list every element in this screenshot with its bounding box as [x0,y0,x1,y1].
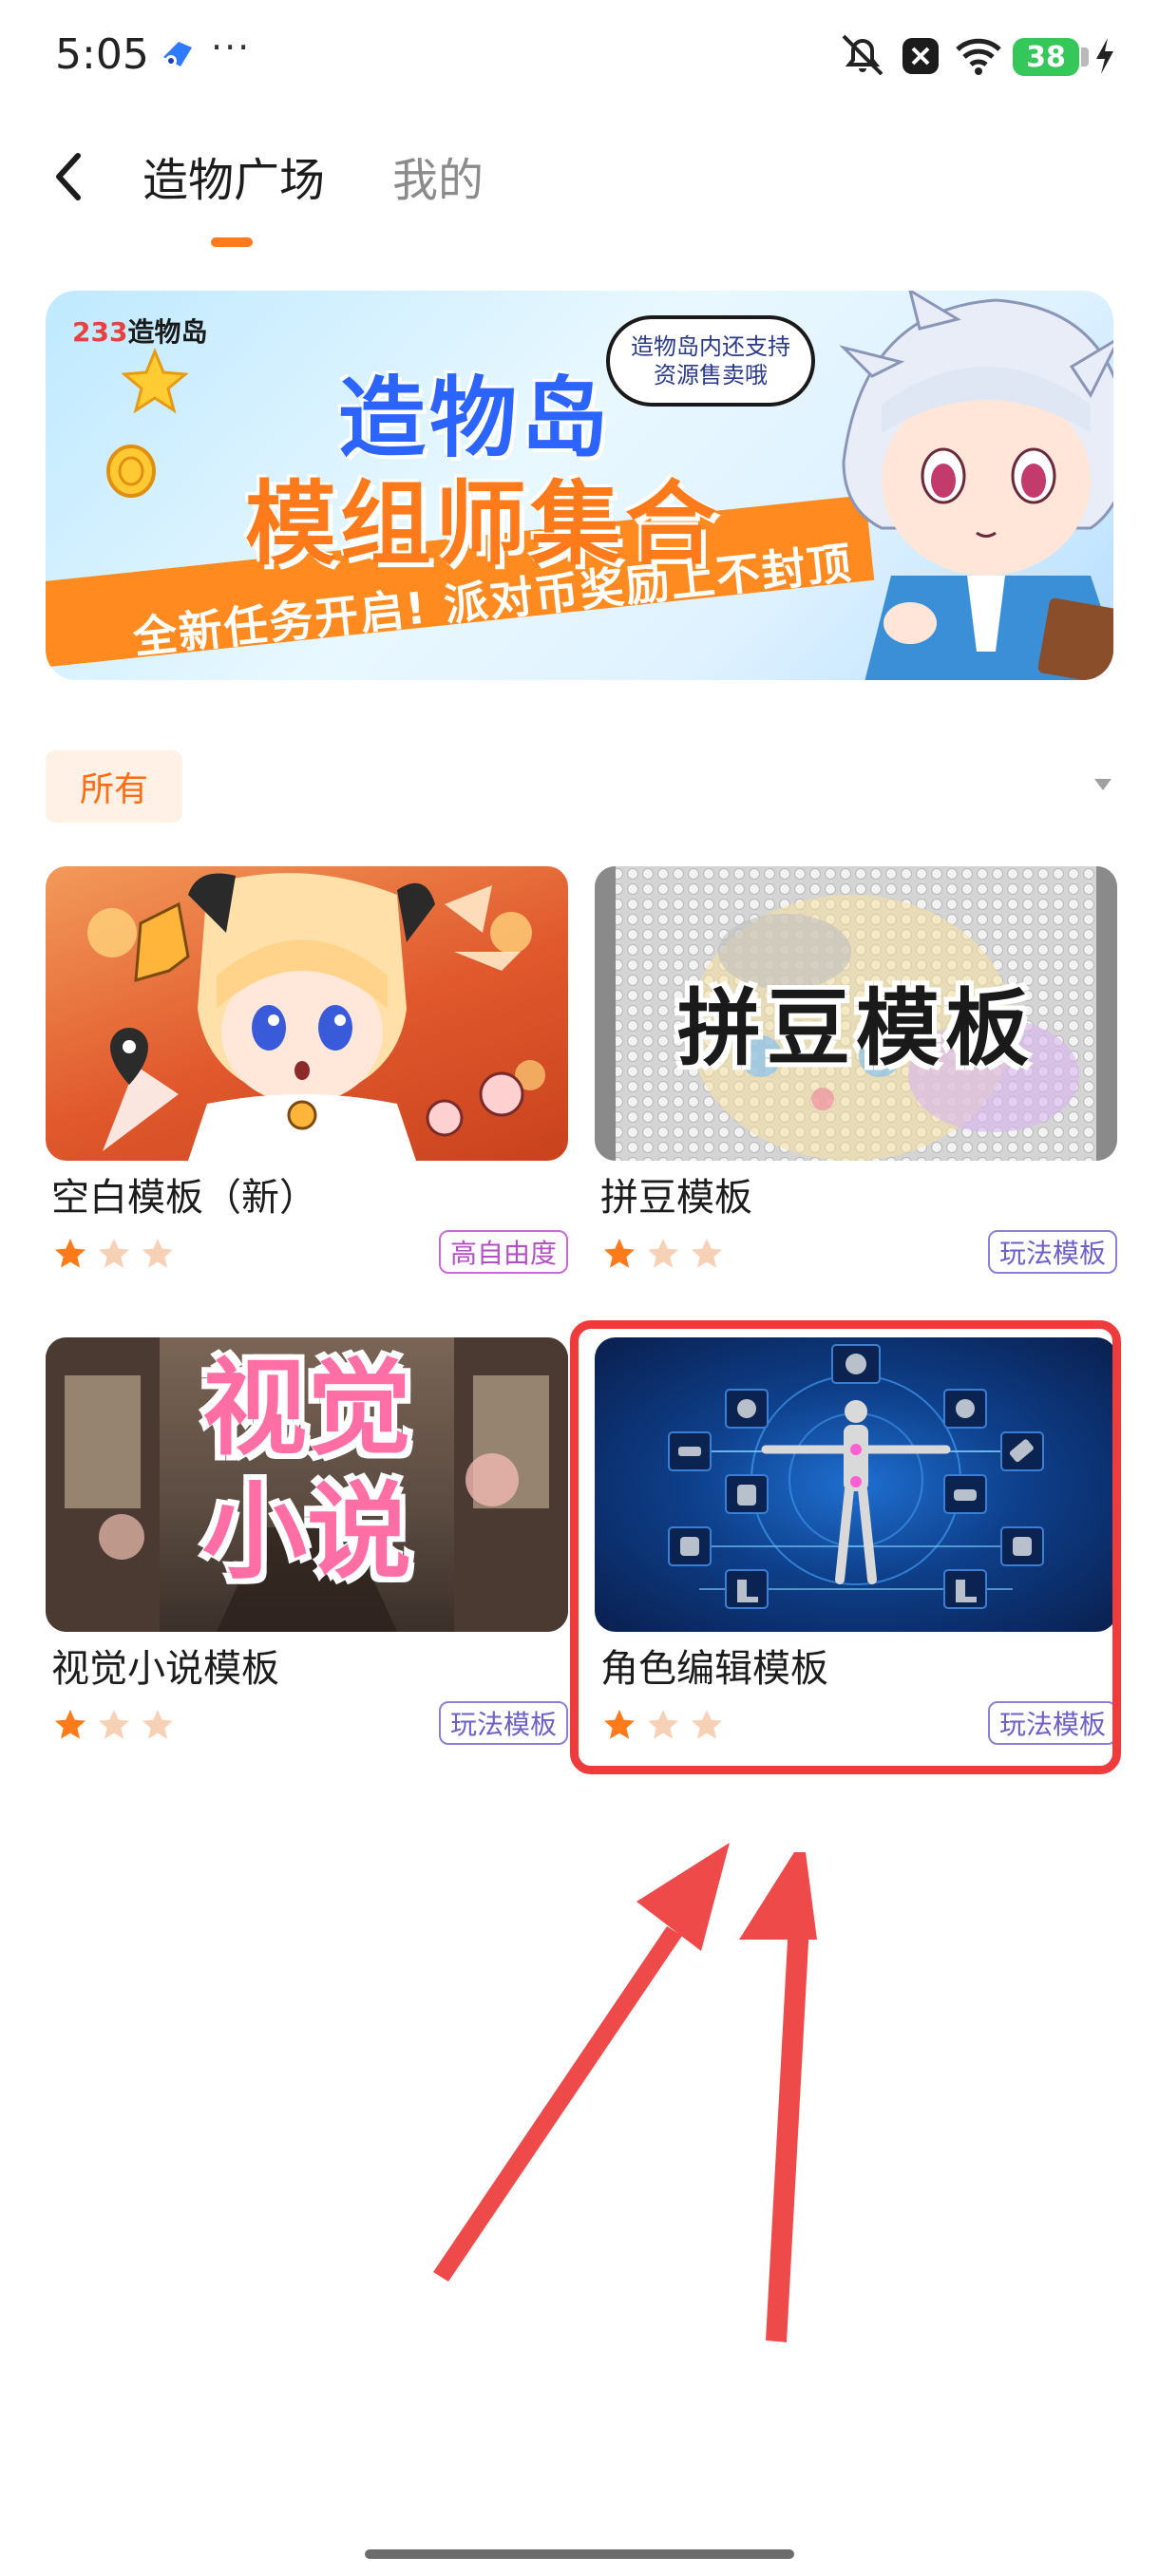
template-card-bead[interactable]: 拼豆模板 拼豆模板 玩法模板 [595,866,1117,1294]
star-empty-icon [142,1239,173,1268]
template-title: 空白模板（新） [51,1176,317,1220]
star-filled-icon [604,1239,635,1268]
banner-brand: 233造物岛 [72,312,207,350]
back-button[interactable] [38,142,99,211]
template-title: 视觉小说模板 [51,1647,279,1691]
template-card-blank[interactable]: 空白模板（新） 高自由度 [46,866,568,1294]
tab-mine[interactable]: 我的 [392,142,484,209]
filter-dropdown-button[interactable] [1092,777,1113,792]
coin-icon [106,445,156,498]
status-more: ··· [211,27,252,68]
star-empty-icon [142,1710,173,1739]
star-filled-icon [55,1239,86,1268]
star-empty-icon [99,1239,129,1268]
thumbnail-caption-line-1: 视觉 [202,1348,411,1469]
template-thumbnail: 拼豆模板 [595,866,1117,1161]
star-empty-icon [99,1710,129,1739]
caret-down-icon [1094,779,1112,790]
silent-icon [836,28,889,82]
thumbnail-caption-line-2: 小说 [202,1471,411,1593]
notification-x-icon [899,28,942,82]
template-card-visual-novel[interactable]: 视觉 小说 视觉小说模板 玩法模板 [46,1337,568,1765]
thumbnail-caption: 视觉 小说 [46,1347,568,1594]
template-title: 拼豆模板 [600,1176,752,1220]
template-thumbnail: 视觉 小说 [46,1337,568,1632]
status-time: 5:05 [55,30,149,79]
promo-banner[interactable]: 233造物岛 造物岛内还支持 资源售卖哦 造物岛 模组师集合 全新任务开启! 派… [46,291,1113,680]
battery-icon: 38 [1013,38,1079,76]
arrow-right [739,1852,817,2342]
template-tag: 玩法模板 [438,1701,568,1745]
banner-brand-name: 造物岛 [127,316,208,348]
battery-cap [1081,47,1089,66]
app-logo-icon [160,38,198,70]
star-rating [602,1237,724,1271]
bubble-line-1: 造物岛内还支持 [631,333,790,360]
star-rating [53,1237,175,1271]
star-empty-icon [648,1239,678,1268]
tab-creation-plaza[interactable]: 造物广场 [142,142,325,209]
active-tab-indicator [211,237,253,247]
chevron-left-icon [56,153,81,200]
home-indicator[interactable] [365,2549,794,2559]
star-filled-icon [55,1710,86,1739]
star-empty-icon [692,1239,722,1268]
banner-character-illustration [839,291,1113,680]
bubble-line-2: 资源售卖哦 [654,362,768,388]
arrow-left [433,1843,730,2282]
banner-brand-number: 233 [72,316,128,348]
template-thumbnail [46,866,568,1161]
charging-icon [1091,28,1119,82]
battery-level: 38 [1026,40,1066,74]
banner-speech-bubble: 造物岛内还支持 资源售卖哦 [606,315,815,407]
template-tag: 玩法模板 [987,1230,1117,1274]
template-thumbnail-art [87,873,545,1161]
template-tag: 高自由度 [438,1230,568,1274]
wifi-icon [952,28,1005,82]
star-rating [53,1708,175,1742]
filter-chip-all[interactable]: 所有 [46,750,182,823]
highlight-box [570,1320,1121,1774]
thumbnail-caption: 拼豆模板 [676,979,1035,1077]
star-decoration-icon [122,348,188,414]
annotation-arrows [433,1843,817,2342]
